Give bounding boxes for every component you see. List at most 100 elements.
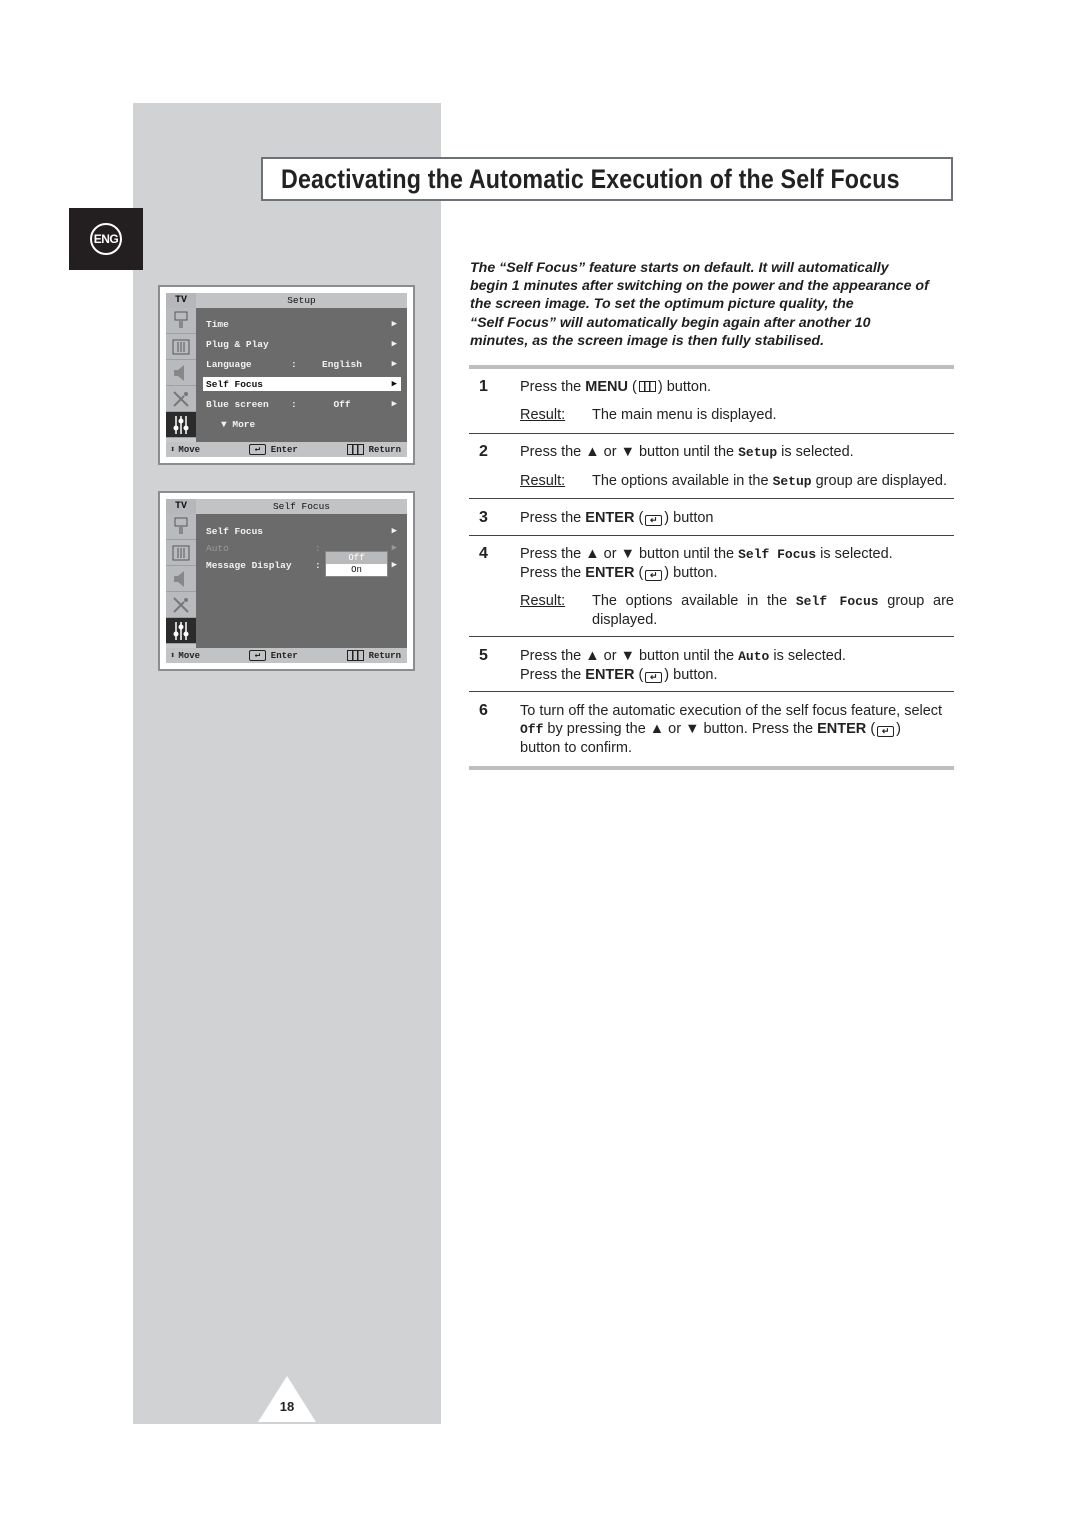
- enter-icon: ↵: [248, 444, 266, 455]
- divider: [469, 636, 954, 637]
- picture-icon: [166, 334, 196, 360]
- arrow-right-icon: ▶: [391, 543, 397, 553]
- picture-icon: [166, 540, 196, 566]
- step-text: Press the ▲ or ▼ button until the Setup …: [520, 443, 954, 491]
- step-text: The main menu is displayed.: [592, 407, 777, 423]
- step-text: Press the ▲ or ▼ button until the Auto i…: [520, 647, 954, 684]
- step-text: Press the ▲ or ▼ button until the: [520, 546, 739, 562]
- step-text: Self Focus: [738, 547, 817, 562]
- step-text: by pressing the ▲ or ▼ button. Press the: [543, 721, 818, 737]
- step-text: The options available in the: [592, 593, 796, 609]
- step-text: Press the ENTER (↵) button: [520, 510, 714, 526]
- osd-menu-item-plug-play[interactable]: Plug & Play ▶: [203, 337, 401, 351]
- step-text: Off by pressing the ▲ or ▼ button. Press…: [520, 721, 901, 737]
- step-text: Press the ▲ or ▼ button until the Self F…: [520, 545, 954, 629]
- osd-menu-item-time[interactable]: Time ▶: [203, 317, 401, 331]
- osd-screen-setup: TV Setup Time ▶ Plug & Play ▶ Language: Eng…: [158, 285, 415, 465]
- step-text: Press the ▲ or ▼ button until the Auto i…: [520, 647, 954, 666]
- setup-icon: [166, 412, 196, 438]
- sound-icon: [166, 360, 196, 386]
- dropdown-option-off[interactable]: Off: [326, 552, 387, 564]
- osd-title: Setup: [196, 293, 407, 308]
- sound-icon: [166, 566, 196, 592]
- step-text: ENTER: [585, 510, 635, 526]
- osd-menu-item-self-focus[interactable]: Self Focus ▶: [203, 524, 401, 538]
- dropdown-option-on[interactable]: On: [326, 564, 387, 576]
- osd-title: Self Focus: [196, 499, 407, 514]
- step-text: Press the ENTER (↵) button.: [520, 565, 718, 581]
- page-title-box: Deactivating the Automatic Execution of …: [261, 157, 953, 201]
- step-text: The options available in the Setup group…: [592, 472, 954, 491]
- step-text: Result: The options available in the Setu…: [520, 472, 954, 491]
- step-text: Press the ENTER (↵) button: [520, 509, 954, 527]
- step-text: Press the ▲ or ▼ button until the Self F…: [520, 545, 954, 564]
- step-text: group are displayed.: [811, 473, 948, 489]
- step-text: Press the: [520, 510, 586, 526]
- divider: [469, 535, 954, 536]
- step-text: 6: [479, 702, 488, 719]
- footer-move: ⬍ Move: [170, 650, 201, 661]
- setup-icon: [166, 618, 196, 644]
- step-text: Result: The options available in the Self…: [520, 592, 954, 629]
- step-text: Setup: [772, 474, 812, 489]
- step-text: is selected.: [816, 546, 893, 562]
- step-text: Result: The main menu is displayed.: [520, 406, 954, 424]
- menu-icon: [346, 444, 364, 455]
- menu-icon: [346, 650, 364, 661]
- osd-menu-item-language[interactable]: Language: English ▶: [203, 357, 401, 371]
- footer-return: Return: [345, 444, 401, 455]
- step-text: button.: [669, 667, 718, 683]
- input-icon: [166, 514, 196, 540]
- step-text: ENTER: [585, 565, 635, 581]
- language-tab: ENG: [69, 208, 143, 270]
- enter-icon: ↵: [248, 650, 266, 661]
- footer-enter: ↵ Enter: [247, 650, 298, 661]
- divider: [469, 766, 954, 770]
- step-text: Press the ▲ or ▼ button until the: [520, 444, 739, 460]
- footer-enter: ↵ Enter: [247, 444, 298, 455]
- arrow-right-icon: ▶: [391, 560, 397, 570]
- osd-menu-item-more[interactable]: ▼ More: [203, 417, 401, 431]
- divider: [469, 498, 954, 499]
- step-text: Press the ▲ or ▼ button until the: [520, 648, 739, 664]
- enter-icon: ↵: [877, 726, 895, 737]
- enter-icon: ↵: [645, 672, 663, 683]
- osd-tv-label: TV: [166, 293, 196, 308]
- step-text: 1: [479, 378, 488, 395]
- step-text: ENTER: [817, 721, 867, 737]
- step-text: Result:: [520, 407, 566, 423]
- step-text: Press the: [520, 667, 586, 683]
- osd-tv-label: TV: [166, 499, 196, 514]
- osd-menu-item-self-focus[interactable]: Self Focus ▶: [203, 377, 401, 391]
- step-text: Result:: [520, 593, 566, 609]
- footer-return: Return: [345, 650, 401, 661]
- auto-dropdown[interactable]: Off On: [325, 551, 388, 577]
- page-number: 18: [279, 1399, 295, 1414]
- arrow-right-icon: ▶: [391, 339, 397, 349]
- divider: [469, 365, 954, 369]
- step-text: Setup: [738, 445, 778, 460]
- step-text: The options available in the: [592, 473, 773, 489]
- input-icon: [166, 308, 196, 334]
- up-down-icon: ⬍: [170, 444, 176, 455]
- language-badge: ENG: [90, 223, 122, 255]
- step-text: Press the MENU () button.: [520, 379, 712, 395]
- step-text: Self Focus: [795, 594, 879, 609]
- step-text: 4: [479, 545, 488, 562]
- step-text: To turn off the automatic execution of t…: [520, 702, 954, 757]
- step-text: 3: [479, 509, 488, 526]
- arrow-right-icon: ▶: [391, 526, 397, 536]
- step-text: button to confirm.: [520, 740, 633, 756]
- osd-screen-self-focus: TV Self Focus Self Focus ▶ Auto: ▶ Message…: [158, 491, 415, 671]
- page-title: Deactivating the Automatic Execution of …: [281, 163, 900, 194]
- channel-icon: [166, 592, 196, 618]
- step-text: MENU: [585, 379, 628, 395]
- osd-menu-item-blue-screen[interactable]: Blue screen: Off ▶: [203, 397, 401, 411]
- step-text: button: [669, 510, 714, 526]
- up-down-icon: ⬍: [170, 650, 176, 661]
- step-text: The options available in the Self Focus …: [592, 592, 954, 629]
- arrow-right-icon: ▶: [391, 319, 397, 329]
- divider: [469, 691, 954, 692]
- step-text: ENTER: [585, 667, 635, 683]
- step-text: Auto: [738, 649, 770, 664]
